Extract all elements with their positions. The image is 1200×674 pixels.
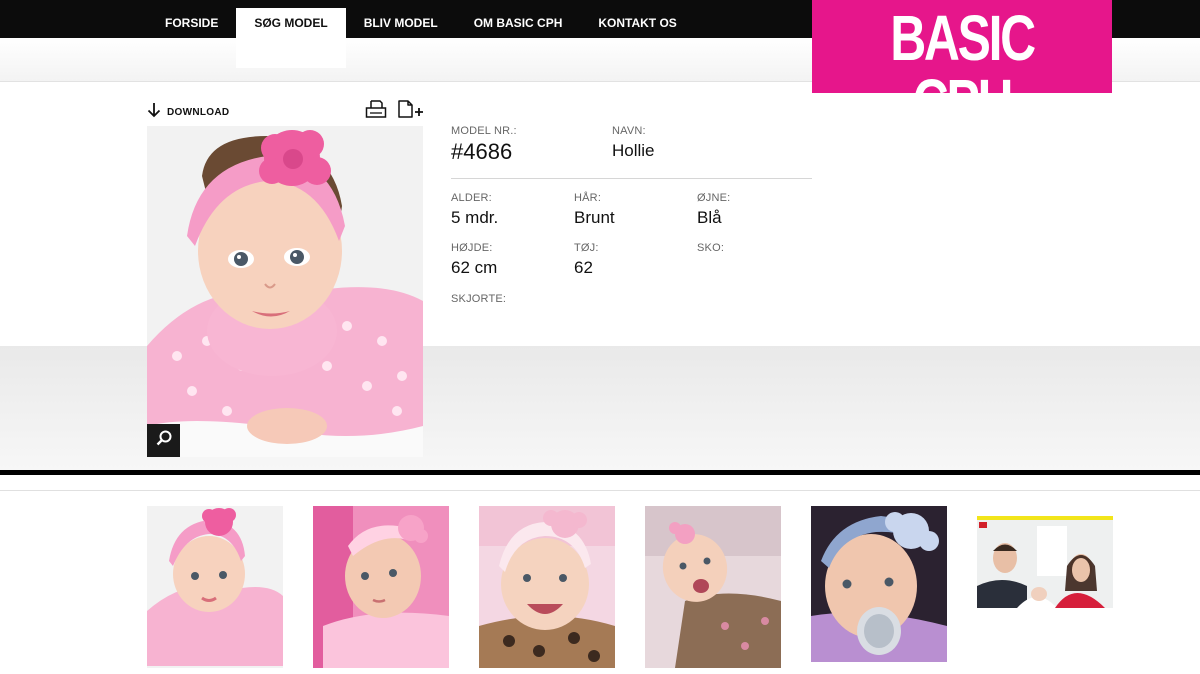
logo-wordmark: BASIC CPH <box>890 2 1036 138</box>
shoe-size-field: SKO: <box>697 242 724 258</box>
shirt-size-field: SKJORTE: <box>451 293 506 309</box>
gallery-thumbnail-3[interactable] <box>479 506 615 668</box>
nav-item-bliv-model[interactable]: BLIV MODEL <box>346 8 456 38</box>
gallery-thumbnail-1[interactable] <box>147 506 283 668</box>
print-icon[interactable] <box>365 99 387 124</box>
name-label: NAVN: <box>612 125 646 137</box>
model-number-label: MODEL NR.: <box>451 125 517 137</box>
section-divider <box>0 470 1200 475</box>
hair-label: HÅR: <box>574 192 602 204</box>
gallery-thumbnail-5[interactable] <box>811 506 947 662</box>
model-number-field: MODEL NR.: #4686 <box>451 125 517 165</box>
hair-value: Brunt <box>574 208 615 227</box>
age-field: ALDER: 5 mdr. <box>451 192 498 228</box>
height-value: 62 cm <box>451 258 498 277</box>
main-navigation: FORSIDE SØG MODEL BLIV MODEL OM BASIC CP… <box>147 8 695 68</box>
gallery-thumbnail-4[interactable] <box>645 506 781 668</box>
nav-item-forside[interactable]: FORSIDE <box>147 8 236 38</box>
clothes-size-field: TØJ: 62 <box>574 242 599 278</box>
nav-item-om-basic-cph[interactable]: OM BASIC CPH <box>456 8 581 38</box>
hair-field: HÅR: Brunt <box>574 192 615 228</box>
name-field: NAVN: Hollie <box>612 125 655 161</box>
zoom-button[interactable] <box>147 424 180 457</box>
nav-item-soeg-model[interactable]: SØG MODEL <box>236 8 346 68</box>
name-value: Hollie <box>612 141 655 160</box>
info-divider <box>451 178 812 179</box>
model-main-photo[interactable] <box>147 126 423 457</box>
eyes-value: Blå <box>697 208 722 227</box>
clothes-size-label: TØJ: <box>574 242 599 254</box>
shirt-size-label: SKJORTE: <box>451 293 507 305</box>
search-icon <box>156 430 172 451</box>
model-number-value: #4686 <box>451 139 513 164</box>
download-arrow-icon <box>147 102 161 123</box>
gallery-divider <box>0 490 1200 491</box>
height-label: HØJDE: <box>451 242 493 254</box>
shoe-size-label: SKO: <box>697 242 725 254</box>
brand-logo[interactable]: BASIC CPH MODELLER OG SKUESPILLERE <box>812 0 1112 152</box>
add-to-list-icon[interactable] <box>397 99 425 124</box>
page: FORSIDE SØG MODEL BLIV MODEL OM BASIC CP… <box>0 0 1200 674</box>
gallery-thumbnail-6[interactable] <box>977 516 1113 608</box>
height-field: HØJDE: 62 cm <box>451 242 497 278</box>
eyes-label: ØJNE: <box>697 192 731 204</box>
download-label: DOWNLOAD <box>167 107 230 118</box>
age-value: 5 mdr. <box>451 208 499 227</box>
download-button[interactable]: DOWNLOAD <box>147 102 229 123</box>
clothes-size-value: 62 <box>574 258 593 277</box>
age-label: ALDER: <box>451 192 492 204</box>
gallery-thumbnail-2[interactable] <box>313 506 449 668</box>
eyes-field: ØJNE: Blå <box>697 192 730 228</box>
nav-item-kontakt-os[interactable]: KONTAKT OS <box>580 8 694 38</box>
